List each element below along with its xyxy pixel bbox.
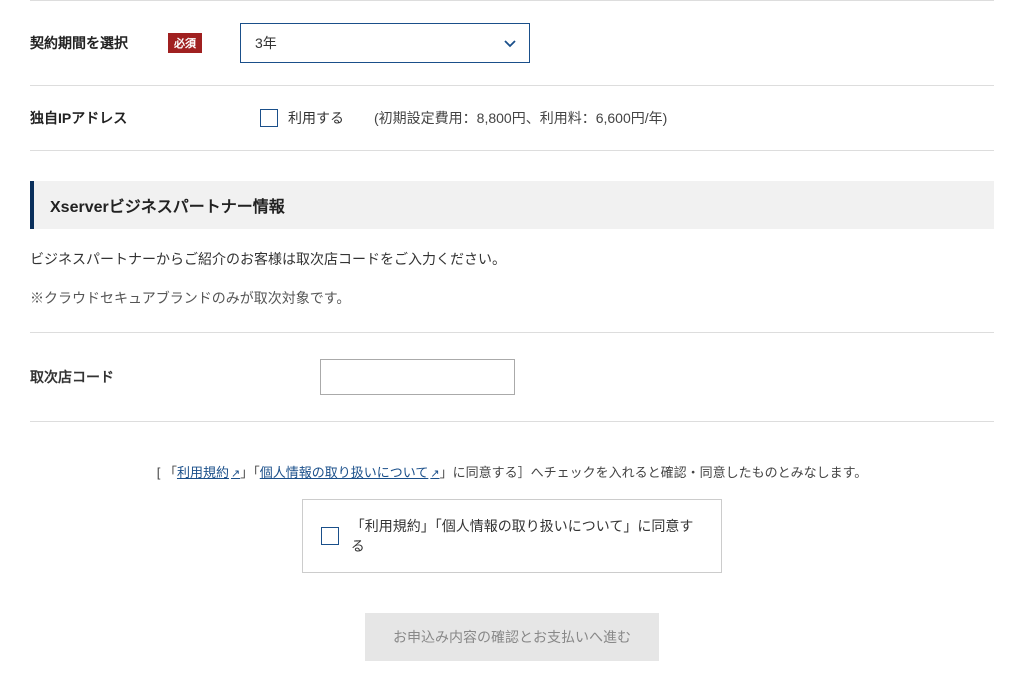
- ip-use-checkbox[interactable]: 利用する: [260, 108, 344, 128]
- external-link-icon: ↗: [231, 468, 240, 480]
- contract-period-row: 契約期間を選択 必須 3年: [30, 0, 994, 85]
- divider: [30, 150, 994, 151]
- terms-suffix: 」に同意する］へチェックを入れると確認・同意したものとみなします。: [440, 465, 868, 480]
- contract-period-label-col: 契約期間を選択 必須: [30, 33, 240, 53]
- agree-box[interactable]: 「利用規約」「個人情報の取り扱いについて」に同意する: [302, 499, 722, 573]
- ip-address-value-col: 利用する (初期設定費用：8,800円、利用料：6,600円/年): [240, 108, 994, 128]
- ip-use-label: 利用する: [288, 108, 344, 128]
- terms-link[interactable]: 利用規約↗: [177, 465, 240, 480]
- submit-button[interactable]: お申込み内容の確認とお支払いへ進む: [365, 613, 659, 661]
- submit-wrap: お申込み内容の確認とお支払いへ進む: [30, 613, 994, 661]
- contract-period-select[interactable]: 3年: [240, 23, 530, 63]
- ip-note: (初期設定費用：8,800円、利用料：6,600円/年): [374, 108, 667, 128]
- ip-address-label-col: 独自IPアドレス: [30, 108, 240, 128]
- ip-address-row: 独自IPアドレス 利用する (初期設定費用：8,800円、利用料：6,600円/…: [30, 85, 994, 150]
- partner-note: ※クラウドセキュアブランドのみが取次対象です。: [30, 288, 994, 308]
- required-badge: 必須: [168, 33, 202, 53]
- agency-code-row: 取次店コード: [30, 332, 994, 422]
- agree-checkbox-icon: [321, 527, 339, 545]
- agree-label: 「利用規約」「個人情報の取り扱いについて」に同意する: [351, 516, 703, 556]
- contract-period-value-col: 3年: [240, 23, 994, 63]
- terms-mid: 」「: [240, 465, 260, 480]
- agency-code-label: 取次店コード: [30, 367, 320, 387]
- contract-period-selected[interactable]: 3年: [240, 23, 530, 63]
- checkbox-icon: [260, 109, 278, 127]
- ip-address-label: 独自IPアドレス: [30, 108, 127, 128]
- partner-heading: Xserverビジネスパートナー情報: [30, 181, 994, 229]
- privacy-link[interactable]: 個人情報の取り扱いについて↗: [260, 465, 440, 480]
- terms-line: [ 「利用規約↗」「個人情報の取り扱いについて↗」に同意する］へチェックを入れる…: [30, 462, 994, 481]
- external-link-icon: ↗: [430, 468, 439, 480]
- partner-text: ビジネスパートナーからご紹介のお客様は取次店コードをご入力ください。: [30, 247, 994, 272]
- agency-code-input[interactable]: [320, 359, 515, 395]
- contract-period-label: 契約期間を選択: [30, 33, 128, 53]
- terms-prefix: [ 「: [157, 465, 177, 480]
